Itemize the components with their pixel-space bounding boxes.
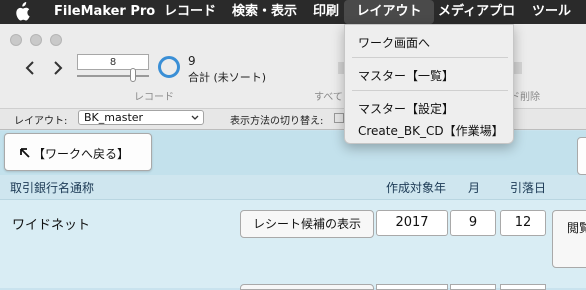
column-header-year: 作成対象年 [386,181,447,195]
chevron-left-icon[interactable] [22,58,38,78]
year-field[interactable]: 2017 [376,210,448,236]
menu-layout[interactable]: レイアウト [344,0,434,24]
menu-item-work-screen[interactable]: ワーク画面へ [358,34,430,51]
minimize-window-button[interactable] [30,34,42,46]
menu-item-create-bk-cd[interactable]: Create_BK_CD【作業場】 [358,122,504,139]
apple-icon[interactable] [14,2,30,22]
layout-label: レイアウト: [14,116,68,127]
column-header-month: 月 [468,181,481,195]
view-form-icon[interactable] [334,113,344,123]
next-row-field-partial[interactable] [500,284,546,290]
next-row-field-partial[interactable] [450,284,496,290]
found-set-pie-icon[interactable] [158,56,180,78]
total-label: 合計 (未ソート) [188,71,267,84]
layout-select-value: BK_master [84,111,144,124]
record-label: レコード [134,92,174,103]
column-header-day: 引落日 [510,181,547,195]
delete-label: ド削除 [510,92,540,103]
menu-record[interactable]: レコード [158,0,222,24]
layout-select[interactable]: BK_master [78,110,204,125]
header-button-partial[interactable] [577,137,586,175]
show-all-label: すべて [314,92,343,103]
day-field[interactable]: 12 [500,210,546,236]
menu-separator [352,90,508,91]
record-slider-knob[interactable] [130,68,136,82]
back-button-label: 【ワークへ戻る】 [33,147,130,161]
chevron-down-icon [191,115,199,120]
current-record-field[interactable]: 8 [77,54,149,70]
view-switch-label: 表示方法の切り替え: [230,116,324,127]
browse-button-label: 閲覧 [567,221,586,235]
next-row-field-partial[interactable] [376,284,448,290]
menu-find-view[interactable]: 検索・表示 [226,0,303,24]
bank-name-field[interactable]: ワイドネット [12,214,90,233]
menu-tools[interactable]: ツール [526,0,577,24]
show-receipt-candidates-button[interactable]: レシート候補の表示 [240,210,374,238]
menu-mediapro[interactable]: メディアプロ [432,0,521,24]
zoom-window-button[interactable] [50,34,62,46]
menu-separator [352,57,508,58]
menu-bar: FileMaker Pro レコード 検索・表示 印刷 レイアウト メディアプロ… [0,0,586,24]
arrow-up-left-icon [20,148,30,158]
next-row-button-partial[interactable] [240,284,374,290]
month-field[interactable]: 9 [450,210,496,236]
menu-item-master-settings[interactable]: マスター【設定】 [358,100,454,117]
app-menu[interactable]: FileMaker Pro [48,0,161,24]
back-to-work-button[interactable]: 【ワークへ戻る】 [4,133,152,171]
menu-item-master-list[interactable]: マスター【一覧】 [358,67,454,84]
record-slider-track[interactable] [77,75,149,77]
close-window-button[interactable] [10,34,22,46]
menu-print[interactable]: 印刷 [307,0,345,24]
found-count: 9 [188,54,196,68]
browse-button[interactable]: 閲覧 [552,210,586,268]
chevron-right-icon[interactable] [50,58,66,78]
column-header-bank: 取引銀行名通称 [10,181,95,195]
